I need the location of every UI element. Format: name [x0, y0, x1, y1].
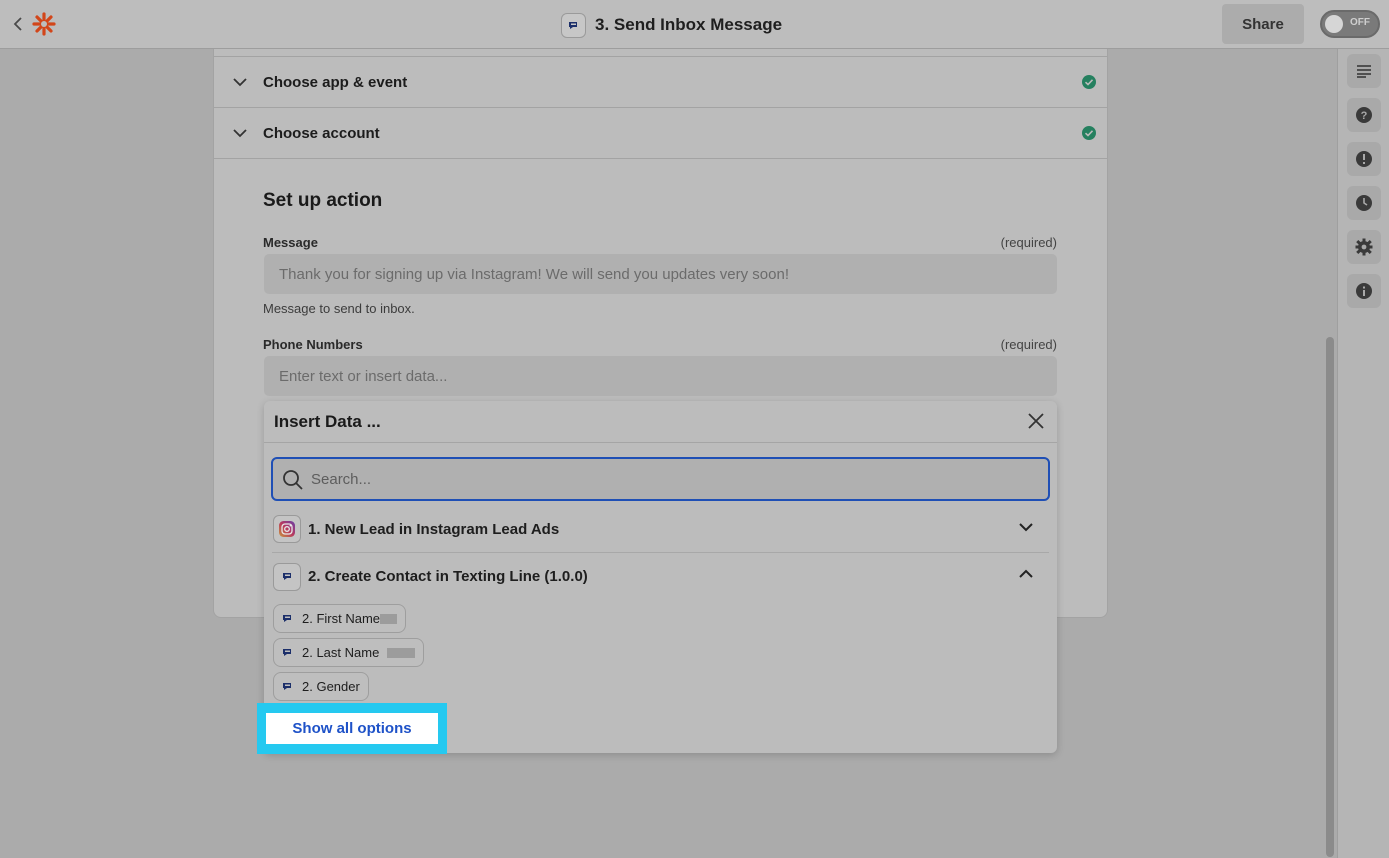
step-label: 1. New Lead in Instagram Lead Ads [308, 520, 560, 538]
data-field-label: 2. Gender [302, 679, 360, 694]
right-sidebar: ? [1337, 49, 1389, 858]
data-field-label: 2. First Name [302, 611, 381, 626]
accordion-label: Choose app & event [263, 73, 408, 91]
info-icon[interactable] [1347, 274, 1381, 308]
texting-line-app-icon [283, 615, 291, 622]
insert-data-popover: Insert Data ... 1. New Lead in Instagram… [257, 401, 1057, 754]
texting-line-app-icon [283, 683, 291, 690]
history-icon[interactable] [1347, 186, 1381, 220]
phone-numbers-field[interactable]: Enter text or insert data... [264, 356, 1057, 396]
search-icon [282, 469, 304, 496]
zap-step-title: 3. Send Inbox Message [561, 12, 782, 38]
popover-title: Insert Data ... [274, 412, 381, 431]
show-all-highlight: Show all options [257, 703, 447, 754]
chevron-down-icon [1018, 519, 1034, 540]
data-field-last-name[interactable]: 2. Last Name [273, 638, 425, 667]
outline-icon[interactable] [1347, 54, 1381, 88]
help-icon[interactable]: ? [1347, 98, 1381, 132]
data-field-gender[interactable]: 2. Gender [273, 672, 369, 701]
redacted-value [387, 647, 416, 658]
share-button[interactable]: Share [1222, 4, 1304, 44]
message-field[interactable]: Thank you for signing up via Instagram! … [264, 254, 1057, 294]
step-row-texting-line[interactable]: 2. Create Contact in Texting Line (1.0.0… [272, 553, 1049, 600]
step-label: 2. Create Contact in Texting Line (1.0.0… [308, 568, 588, 585]
top-bar: 3. Send Inbox Message Share OFF [0, 0, 1389, 49]
required-indicator: (required) [1000, 337, 1057, 352]
zap-on-off-toggle[interactable]: OFF [1320, 10, 1380, 38]
zapier-logo-icon[interactable] [32, 12, 56, 36]
chevron-down-icon [232, 74, 248, 95]
chevron-left-icon[interactable] [12, 13, 28, 35]
close-icon[interactable] [1027, 412, 1045, 430]
divider [214, 49, 1107, 57]
step-row-instagram[interactable]: 1. New Lead in Instagram Lead Ads [272, 506, 1049, 553]
data-field-label: 2. Last Name [302, 645, 380, 660]
show-all-options-button[interactable]: Show all options [266, 713, 438, 744]
scrollbar-thumb[interactable] [1326, 337, 1334, 857]
phone-numbers-label: Phone Numbers [263, 337, 363, 352]
popover-header: Insert Data ... [264, 401, 1057, 443]
search-box[interactable] [271, 457, 1050, 501]
texting-line-app-icon [283, 649, 291, 656]
accordion-label: Choose account [263, 124, 380, 142]
chevron-down-icon [232, 125, 248, 146]
settings-icon[interactable] [1347, 230, 1381, 264]
main-scrollbar[interactable] [1323, 49, 1337, 858]
page-title: 3. Send Inbox Message [595, 15, 783, 34]
section-title: Set up action [263, 190, 383, 211]
svg-text:?: ? [1361, 110, 1368, 122]
accordion-choose-account[interactable]: Choose account [214, 108, 1107, 159]
check-circle-icon [1082, 75, 1096, 89]
check-circle-icon [1082, 126, 1096, 140]
message-label: Message [263, 235, 318, 250]
chevron-up-icon [1018, 566, 1034, 587]
toggle-state-label: OFF [1350, 17, 1370, 28]
toggle-knob [1325, 15, 1343, 33]
texting-line-app-icon [561, 12, 586, 38]
redacted-value [380, 613, 398, 624]
alert-icon[interactable] [1347, 142, 1381, 176]
message-help-text: Message to send to inbox. [263, 301, 415, 316]
accordion-choose-app-event[interactable]: Choose app & event [214, 57, 1107, 108]
texting-line-app-icon [273, 562, 301, 591]
required-indicator: (required) [1000, 235, 1057, 250]
data-field-first-name[interactable]: 2. First Name [273, 604, 407, 633]
instagram-icon [273, 515, 301, 543]
search-input[interactable] [311, 468, 1011, 490]
